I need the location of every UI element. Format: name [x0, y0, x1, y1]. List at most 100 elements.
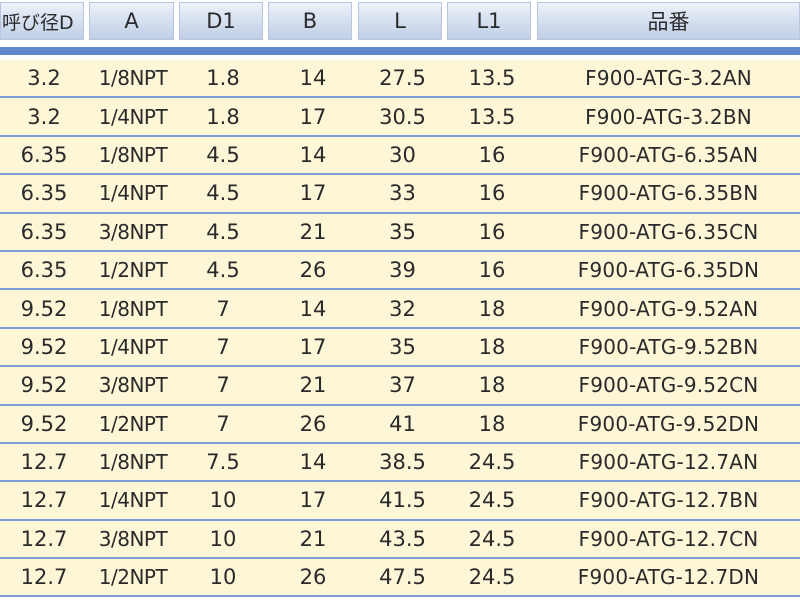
part-number-cell: F900-ATG-3.2AN [537, 60, 800, 99]
b-cell: 26 [268, 405, 358, 444]
nominal-diameter-cell: 6.35 [0, 136, 88, 176]
d1-cell: 7 [178, 367, 268, 406]
table-row: 12.7 3/8NPT 10 21 43.5 24.5 F900-ATG-12.7CN [0, 520, 800, 560]
table-row: 12.7 1/4NPT 10 17 41.5 24.5 F900-ATG-12.7BN [0, 482, 800, 521]
table-row: 9.52 1/2NPT 7 26 41 18 F900-ATG-9.52DN [0, 405, 800, 444]
l1-cell: 24.5 [447, 520, 537, 560]
b-cell: 26 [268, 251, 358, 291]
b-cell: 17 [268, 328, 358, 368]
part-number-cell: F900-ATG-9.52BN [537, 328, 800, 368]
l1-cell: 24.5 [447, 559, 537, 598]
a-cell: 1/2NPT [88, 251, 178, 291]
nominal-diameter-cell: 12.7 [0, 443, 88, 483]
b-cell: 14 [268, 60, 358, 99]
l1-cell: 24.5 [447, 482, 537, 521]
a-cell: 1/4NPT [88, 175, 178, 214]
a-cell: 1/8NPT [88, 60, 178, 99]
l1-cell: 18 [447, 290, 537, 329]
l-cell: 41 [358, 405, 447, 444]
table-row: 9.52 1/8NPT 7 14 32 18 F900-ATG-9.52AN [0, 290, 800, 329]
l1-cell: 18 [447, 405, 537, 444]
b-cell: 21 [268, 367, 358, 406]
a-cell: 1/8NPT [88, 290, 178, 329]
spec-table: 呼び径D A D1 B L L1 品番 3.2 1/8NPT 1.8 14 27.5 13… [0, 0, 800, 602]
l1-cell: 16 [447, 213, 537, 252]
part-number-cell: F900-ATG-3.2BN [537, 98, 800, 137]
part-number-cell: F900-ATG-6.35AN [537, 136, 800, 176]
nominal-diameter-cell: 6.35 [0, 251, 88, 291]
a-cell: 1/2NPT [88, 405, 178, 444]
nominal-diameter-cell: 9.52 [0, 405, 88, 444]
header-l1: L1 [447, 2, 531, 40]
l1-cell: 18 [447, 367, 537, 406]
d1-cell: 10 [178, 482, 268, 521]
part-number-cell: F900-ATG-12.7BN [537, 482, 800, 521]
d1-cell: 7 [178, 290, 268, 329]
nominal-diameter-cell: 3.2 [0, 98, 88, 137]
l-cell: 30.5 [358, 98, 447, 137]
l-cell: 43.5 [358, 520, 447, 560]
part-number-cell: F900-ATG-12.7AN [537, 443, 800, 483]
b-cell: 17 [268, 98, 358, 137]
l-cell: 32 [358, 290, 447, 329]
header-a: A [89, 2, 174, 40]
a-cell: 1/8NPT [88, 136, 178, 176]
a-cell: 1/8NPT [88, 443, 178, 483]
b-cell: 14 [268, 290, 358, 329]
table-row: 3.2 1/8NPT 1.8 14 27.5 13.5 F900-ATG-3.2AN [0, 60, 800, 99]
l1-cell: 24.5 [447, 443, 537, 483]
nominal-diameter-cell: 3.2 [0, 60, 88, 99]
d1-cell: 10 [178, 559, 268, 598]
a-cell: 1/4NPT [88, 98, 178, 137]
table-row: 9.52 3/8NPT 7 21 37 18 F900-ATG-9.52CN [0, 367, 800, 406]
l-cell: 38.5 [358, 443, 447, 483]
table-header: 呼び径D A D1 B L L1 品番 [0, 0, 800, 42]
b-cell: 21 [268, 520, 358, 560]
b-cell: 17 [268, 175, 358, 214]
d1-cell: 10 [178, 520, 268, 560]
d1-cell: 4.5 [178, 175, 268, 214]
l-cell: 35 [358, 328, 447, 368]
d1-cell: 4.5 [178, 213, 268, 252]
nominal-diameter-cell: 12.7 [0, 520, 88, 560]
l-cell: 41.5 [358, 482, 447, 521]
b-cell: 14 [268, 443, 358, 483]
table-row: 12.7 1/8NPT 7.5 14 38.5 24.5 F900-ATG-12.7AN [0, 443, 800, 483]
header-d1: D1 [179, 2, 263, 40]
l-cell: 27.5 [358, 60, 447, 99]
a-cell: 1/4NPT [88, 482, 178, 521]
nominal-diameter-cell: 6.35 [0, 175, 88, 214]
a-cell: 1/4NPT [88, 328, 178, 368]
nominal-diameter-cell: 9.52 [0, 290, 88, 329]
b-cell: 17 [268, 482, 358, 521]
part-number-cell: F900-ATG-9.52DN [537, 405, 800, 444]
table-row: 12.7 1/2NPT 10 26 47.5 24.5 F900-ATG-12.7DN [0, 559, 800, 598]
l-cell: 47.5 [358, 559, 447, 598]
part-number-cell: F900-ATG-12.7CN [537, 520, 800, 560]
nominal-diameter-cell: 6.35 [0, 213, 88, 252]
b-cell: 26 [268, 559, 358, 598]
b-cell: 14 [268, 136, 358, 176]
l-cell: 35 [358, 213, 447, 252]
l1-cell: 16 [447, 251, 537, 291]
table-row: 9.52 1/4NPT 7 17 35 18 F900-ATG-9.52BN [0, 328, 800, 368]
l-cell: 30 [358, 136, 447, 176]
d1-cell: 7.5 [178, 443, 268, 483]
table-row: 6.35 1/2NPT 4.5 26 39 16 F900-ATG-6.35DN [0, 251, 800, 291]
part-number-cell: F900-ATG-6.35BN [537, 175, 800, 214]
l1-cell: 13.5 [447, 60, 537, 99]
table-row: 6.35 3/8NPT 4.5 21 35 16 F900-ATG-6.35CN [0, 213, 800, 252]
table-body: 3.2 1/8NPT 1.8 14 27.5 13.5 F900-ATG-3.2AN 3.2 1… [0, 60, 800, 598]
a-cell: 1/2NPT [88, 559, 178, 598]
nominal-diameter-cell: 9.52 [0, 328, 88, 368]
header-nominal-diameter: 呼び径D [0, 2, 84, 40]
l1-cell: 13.5 [447, 98, 537, 137]
header-divider-bar [0, 47, 800, 55]
part-number-cell: F900-ATG-9.52CN [537, 367, 800, 406]
nominal-diameter-cell: 9.52 [0, 367, 88, 406]
d1-cell: 1.8 [178, 98, 268, 137]
a-cell: 3/8NPT [88, 367, 178, 406]
b-cell: 21 [268, 213, 358, 252]
l1-cell: 16 [447, 175, 537, 214]
l1-cell: 18 [447, 328, 537, 368]
